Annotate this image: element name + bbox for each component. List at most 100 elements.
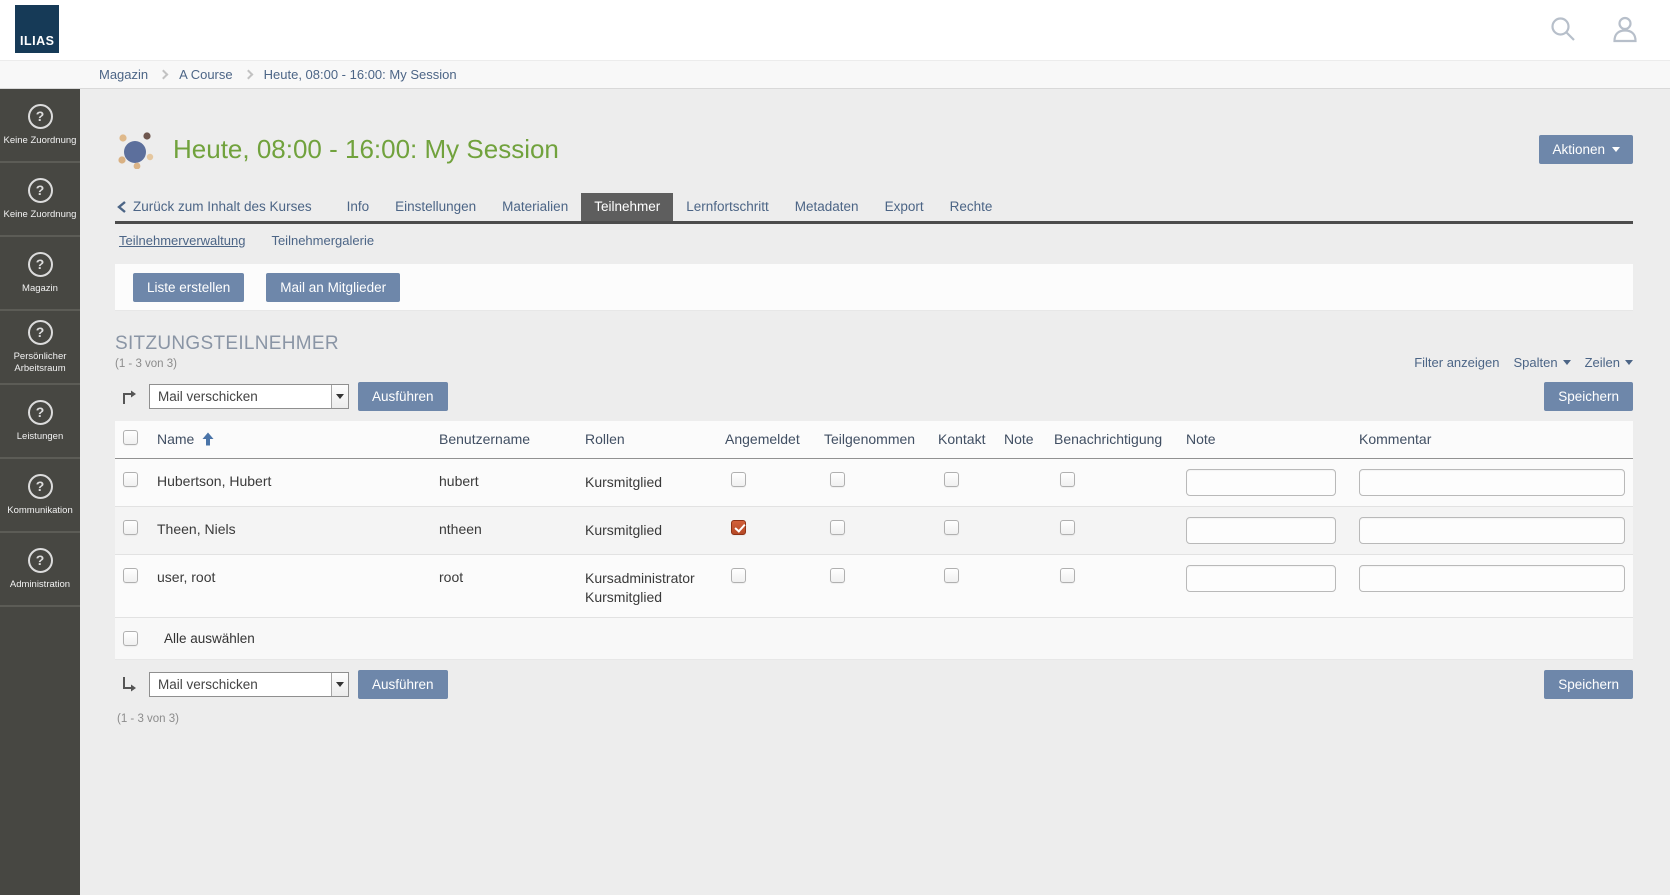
ilias-app: ILIAS Magazin A Course Heute, 08:00 - 16…	[0, 0, 1670, 895]
teilgenommen-checkbox[interactable]	[830, 520, 845, 535]
page-title: Heute, 08:00 - 16:00: My Session	[173, 134, 559, 165]
zeilen-label: Zeilen	[1585, 355, 1620, 370]
command-select-value: Mail verschicken	[150, 385, 331, 408]
chevron-right-icon	[159, 70, 169, 80]
benachrichtigung-checkbox[interactable]	[1060, 568, 1075, 583]
chevron-left-icon	[117, 201, 126, 213]
kommentar-input[interactable]	[1359, 565, 1625, 592]
cell-name: Hubertson, Hubert	[155, 458, 437, 506]
sidebar-item-administration[interactable]: Administration	[0, 533, 80, 607]
cell-roles: Kursadministrator Kursmitglied	[583, 554, 723, 617]
angemeldet-checkbox[interactable]	[731, 472, 746, 487]
search-icon[interactable]	[1548, 14, 1578, 44]
command-select-top[interactable]: Mail verschicken	[149, 384, 349, 409]
caret-down-icon	[1625, 360, 1633, 365]
kontakt-checkbox[interactable]	[944, 520, 959, 535]
cell-roles: Kursmitglied	[583, 458, 723, 506]
column-header-benachrichtigung: Benachrichtigung	[1052, 421, 1184, 458]
sidebar-item-keine-zuordnung-1[interactable]: Keine Zuordnung	[0, 89, 80, 163]
speichern-button-bottom[interactable]: Speichern	[1544, 670, 1633, 699]
cell-note-display	[1002, 458, 1052, 506]
ausfuehren-button-top[interactable]: Ausführen	[358, 382, 448, 411]
select-all-row: Alle auswählen	[115, 618, 1633, 660]
spalten-dropdown[interactable]: Spalten	[1513, 355, 1570, 370]
column-header-benutzername: Benutzername	[437, 421, 583, 458]
tab-materialien[interactable]: Materialien	[489, 193, 581, 221]
ilias-logo[interactable]: ILIAS	[15, 5, 59, 53]
note-input[interactable]	[1186, 469, 1336, 496]
logo-text: ILIAS	[20, 34, 54, 48]
apply-to-selection-up-icon	[119, 388, 137, 406]
table-command-row-top: Mail verschicken Ausführen Speichern	[115, 380, 1633, 421]
table-header-row: Name Benutzername Rollen Angemeldet Teil…	[115, 421, 1633, 458]
select-all-header-checkbox[interactable]	[123, 430, 138, 445]
command-select-bottom[interactable]: Mail verschicken	[149, 672, 349, 697]
kontakt-checkbox[interactable]	[944, 568, 959, 583]
breadcrumb-item-session[interactable]: Heute, 08:00 - 16:00: My Session	[264, 67, 457, 82]
column-header-rollen: Rollen	[583, 421, 723, 458]
benachrichtigung-checkbox[interactable]	[1060, 472, 1075, 487]
speichern-button-top[interactable]: Speichern	[1544, 382, 1633, 411]
sidebar-item-keine-zuordnung-2[interactable]: Keine Zuordnung	[0, 163, 80, 237]
angemeldet-checkbox[interactable]	[731, 520, 746, 535]
column-header-kommentar: Kommentar	[1357, 421, 1633, 458]
sidebar-item-leistungen[interactable]: Leistungen	[0, 385, 80, 459]
tab-metadaten[interactable]: Metadaten	[782, 193, 872, 221]
cell-roles: Kursmitglied	[583, 506, 723, 554]
sidebar-item-label: Leistungen	[17, 431, 63, 443]
tab-einstellungen[interactable]: Einstellungen	[382, 193, 489, 221]
breadcrumb-item-magazin[interactable]: Magazin	[99, 67, 148, 82]
tab-info[interactable]: Info	[334, 193, 383, 221]
table-row: user, root root Kursadministrator Kursmi…	[115, 554, 1633, 617]
column-header-name[interactable]: Name	[157, 431, 437, 447]
cell-username: ntheen	[437, 506, 583, 554]
tab-rechte[interactable]: Rechte	[937, 193, 1006, 221]
subtab-teilnehmergalerie[interactable]: Teilnehmergalerie	[271, 233, 374, 248]
kommentar-input[interactable]	[1359, 517, 1625, 544]
row-select-checkbox[interactable]	[123, 472, 138, 487]
breadcrumb-item-course[interactable]: A Course	[179, 67, 232, 82]
tab-export[interactable]: Export	[872, 193, 937, 221]
table-title: SITZUNGSTEILNEHMER	[115, 333, 339, 355]
note-input[interactable]	[1186, 517, 1336, 544]
row-select-checkbox[interactable]	[123, 520, 138, 535]
kontakt-checkbox[interactable]	[944, 472, 959, 487]
aktionen-button[interactable]: Aktionen	[1539, 135, 1633, 164]
select-all-checkbox[interactable]	[123, 631, 138, 646]
liste-erstellen-button[interactable]: Liste erstellen	[133, 273, 244, 302]
note-input[interactable]	[1186, 565, 1336, 592]
tab-back-to-course[interactable]: Zurück zum Inhalt des Kurses	[115, 193, 322, 221]
subtab-teilnehmerverwaltung[interactable]: Teilnehmerverwaltung	[119, 233, 245, 248]
tab-bar: Zurück zum Inhalt des Kurses Info Einste…	[115, 193, 1633, 224]
teilgenommen-checkbox[interactable]	[830, 472, 845, 487]
ausfuehren-button-bottom[interactable]: Ausführen	[358, 670, 448, 699]
user-icon[interactable]	[1610, 14, 1640, 44]
select-arrow-icon	[331, 385, 348, 408]
cell-name: Theen, Niels	[155, 506, 437, 554]
tab-teilnehmer[interactable]: Teilnehmer	[581, 193, 673, 221]
session-icon	[115, 129, 155, 169]
mail-an-mitglieder-button[interactable]: Mail an Mitglieder	[266, 273, 400, 302]
benachrichtigung-checkbox[interactable]	[1060, 520, 1075, 535]
teilgenommen-checkbox[interactable]	[830, 568, 845, 583]
main-content: Heute, 08:00 - 16:00: My Session Aktione…	[80, 89, 1670, 895]
column-header-note: Note	[1002, 421, 1052, 458]
filter-anzeigen-link[interactable]: Filter anzeigen	[1414, 355, 1499, 370]
kommentar-input[interactable]	[1359, 469, 1625, 496]
command-select-value: Mail verschicken	[150, 673, 331, 696]
apply-to-selection-down-icon	[119, 675, 137, 693]
participants-table: Name Benutzername Rollen Angemeldet Teil…	[115, 421, 1633, 618]
cell-note-display	[1002, 506, 1052, 554]
angemeldet-checkbox[interactable]	[731, 568, 746, 583]
aktionen-label: Aktionen	[1552, 142, 1605, 157]
row-select-checkbox[interactable]	[123, 568, 138, 583]
sidebar-item-magazin[interactable]: Magazin	[0, 237, 80, 311]
sidebar-item-persoenlicher-arbeitsraum[interactable]: Persönlicher Arbeitsraum	[0, 311, 80, 385]
cell-name: user, root	[155, 554, 437, 617]
question-circle-icon	[28, 104, 53, 129]
sidebar-item-kommunikation[interactable]: Kommunikation	[0, 459, 80, 533]
zeilen-dropdown[interactable]: Zeilen	[1585, 355, 1633, 370]
column-label: Name	[157, 431, 194, 447]
tab-lernfortschritt[interactable]: Lernfortschritt	[673, 193, 782, 221]
sidebar-item-label: Persönlicher Arbeitsraum	[2, 351, 78, 375]
